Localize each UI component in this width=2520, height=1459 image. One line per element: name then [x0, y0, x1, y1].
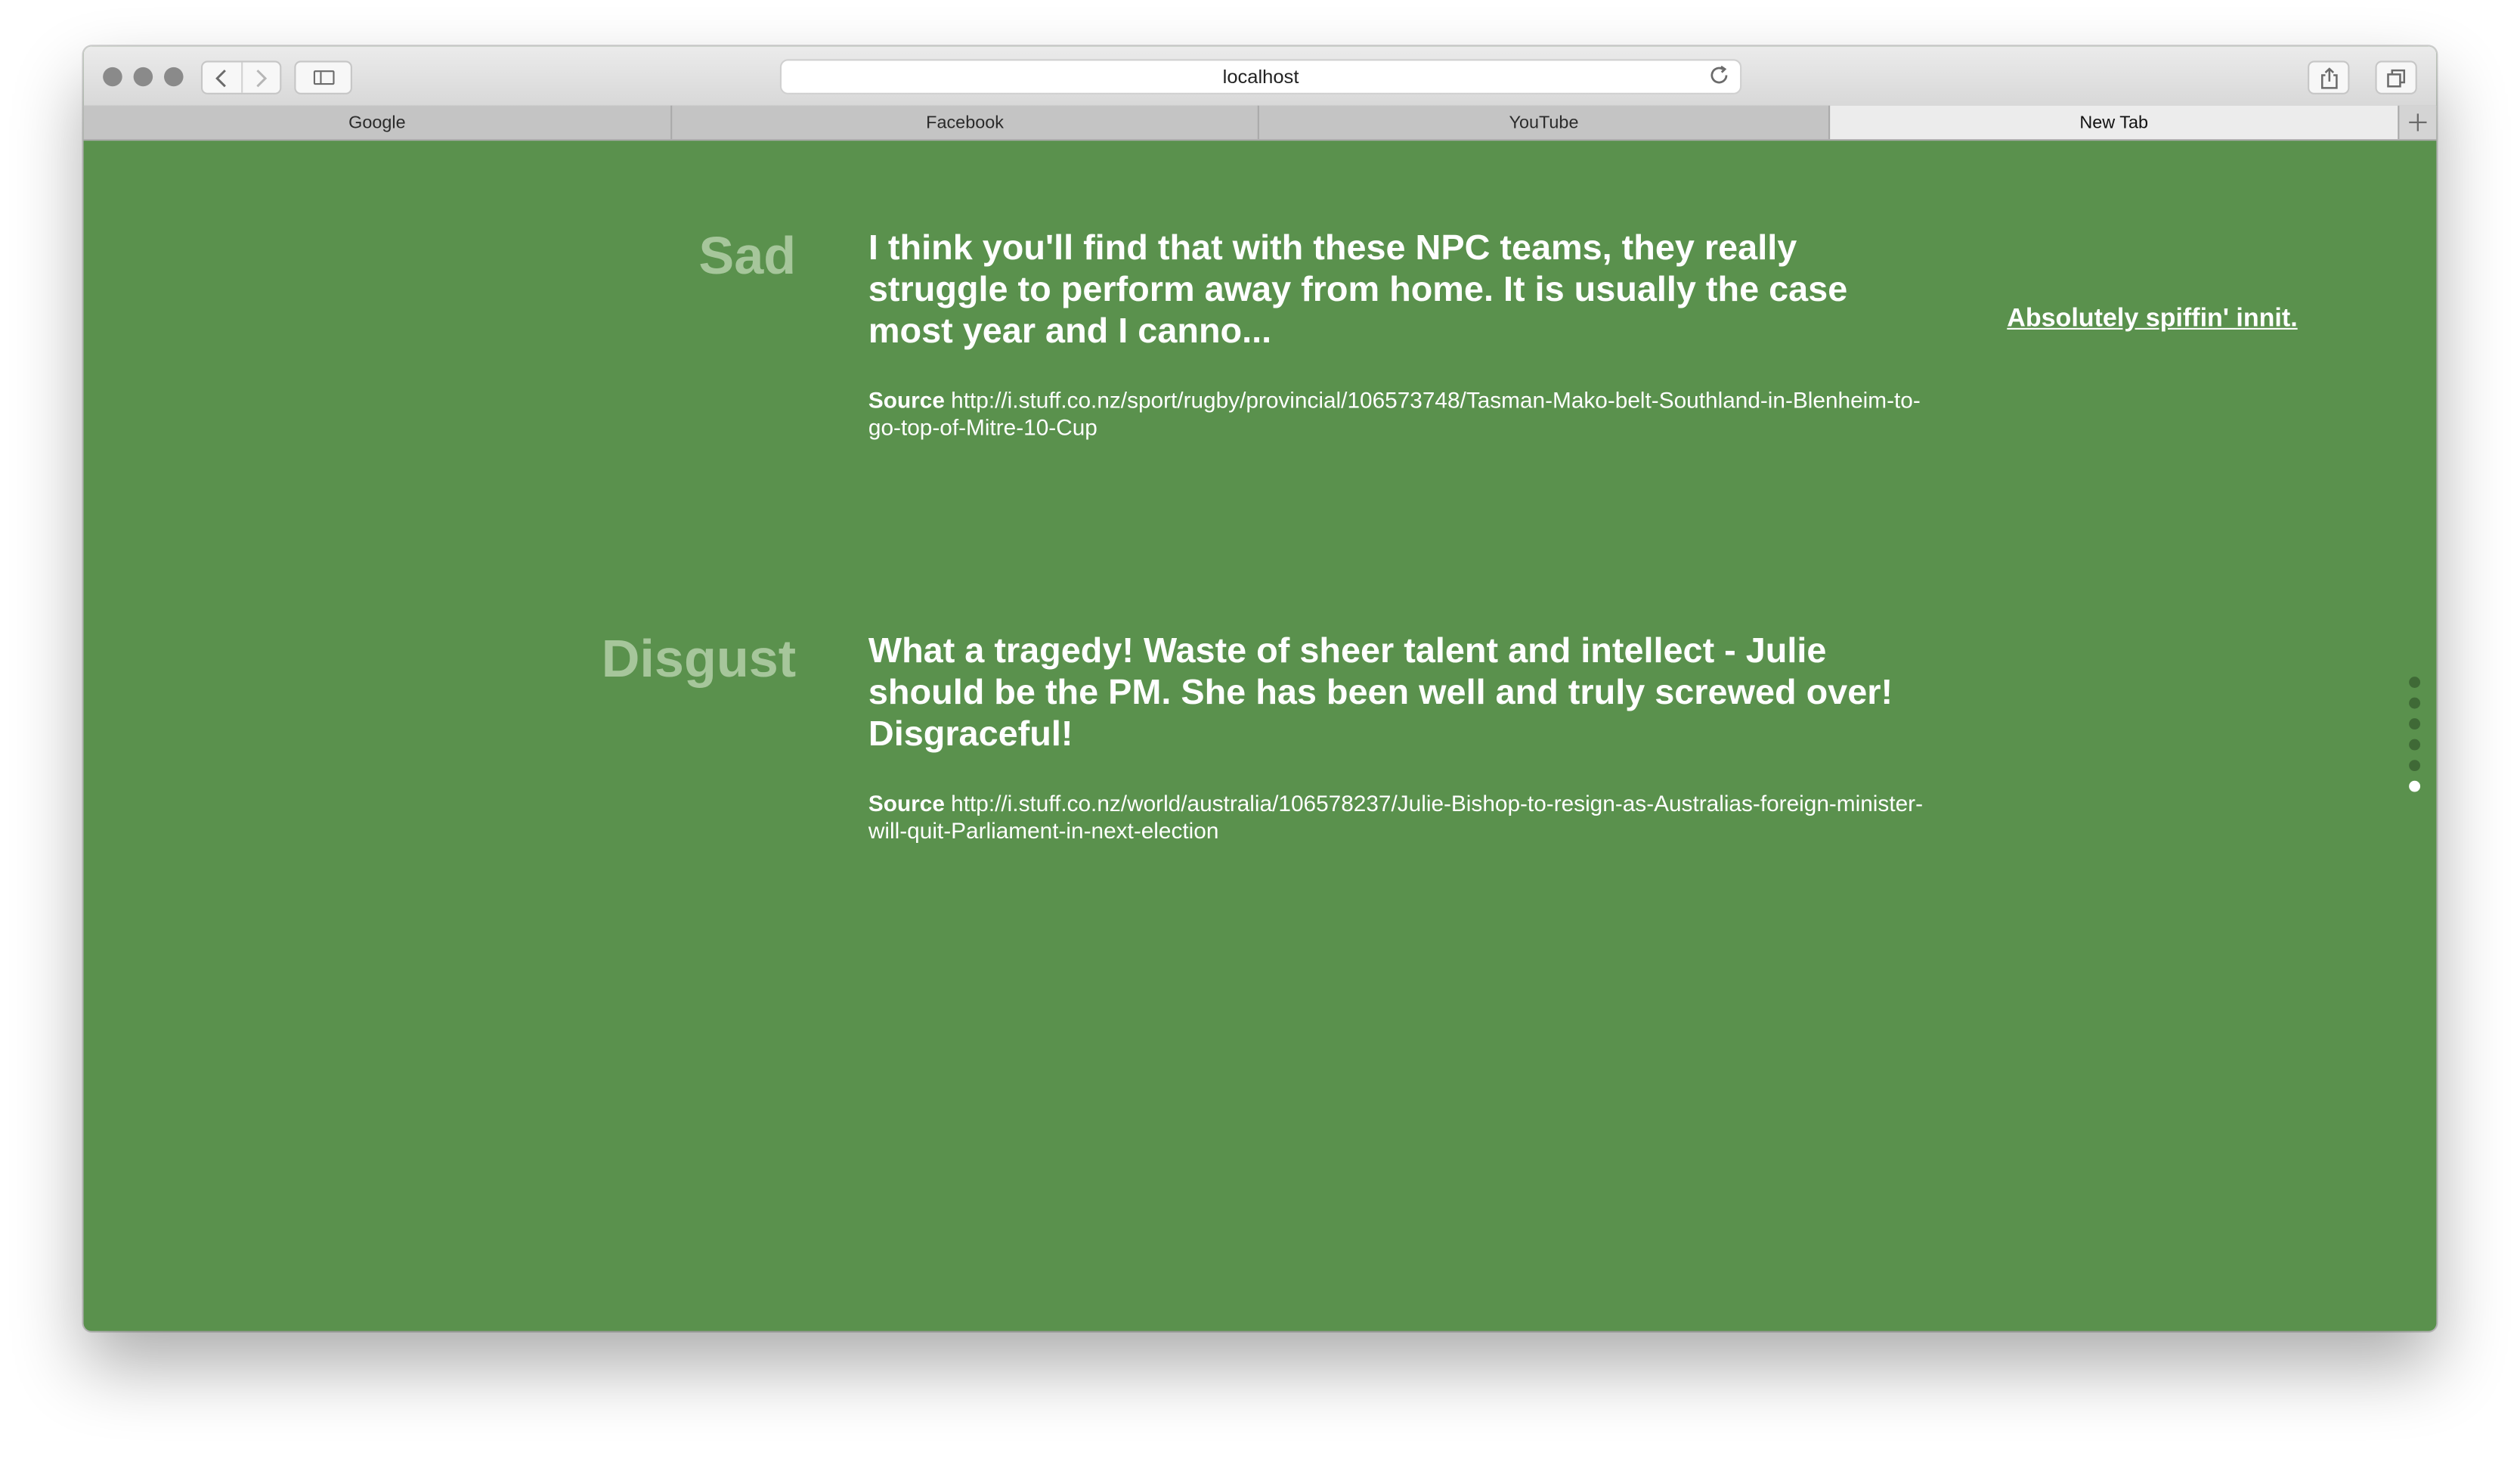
reload-icon[interactable]	[1708, 64, 1731, 87]
pagination-dot[interactable]	[2409, 677, 2421, 688]
source-line: Source http://i.stuff.co.nz/sport/rugby/…	[868, 387, 1930, 441]
tab-label: Google	[348, 113, 406, 132]
tabs-overview-button[interactable]	[2375, 60, 2417, 94]
sidebar-icon	[312, 70, 334, 85]
spiffin-link[interactable]: Absolutely spiffin' innit.	[2007, 305, 2297, 334]
pagination-dot[interactable]	[2409, 739, 2421, 751]
pagination-dot[interactable]	[2409, 697, 2421, 709]
source-label: Source	[868, 790, 945, 816]
quote-text: What a tragedy! Waste of sheer talent an…	[868, 630, 1893, 754]
tab-label: YouTube	[1509, 113, 1579, 132]
close-window-button[interactable]	[103, 67, 122, 87]
tab-new-tab[interactable]: New Tab	[1830, 105, 2400, 140]
navigation-buttons	[200, 60, 282, 94]
address-bar[interactable]: localhost	[779, 59, 1742, 94]
forward-button[interactable]	[240, 62, 280, 93]
tab-youtube[interactable]: YouTube	[1258, 105, 1831, 140]
browser-toolbar: localhost	[83, 46, 2437, 107]
pagination-dot[interactable]	[2409, 718, 2421, 730]
source-url: http://i.stuff.co.nz/world/australia/106…	[868, 790, 1924, 844]
tab-bar: Google Facebook YouTube New Tab	[83, 105, 2437, 141]
sidebar-toggle-button[interactable]	[294, 60, 352, 94]
pagination-dot[interactable]	[2409, 760, 2421, 772]
tab-google[interactable]: Google	[83, 105, 673, 140]
source-line: Source http://i.stuff.co.nz/world/austra…	[868, 790, 1930, 844]
tabs-overview-icon	[2387, 68, 2406, 87]
pagination-dots	[2409, 677, 2422, 801]
plus-icon	[2409, 113, 2427, 132]
minimize-window-button[interactable]	[133, 67, 153, 87]
source-label: Source	[868, 387, 945, 413]
tab-label: New Tab	[2079, 113, 2149, 132]
emotion-label: Sad	[698, 225, 797, 285]
zoom-window-button[interactable]	[164, 67, 184, 87]
chevron-right-icon	[256, 69, 268, 87]
new-tab-button[interactable]	[2399, 105, 2437, 140]
chevron-left-icon	[215, 69, 226, 87]
share-button[interactable]	[2308, 60, 2350, 94]
address-bar-url: localhost	[1222, 65, 1299, 88]
back-button[interactable]	[203, 63, 240, 93]
browser-window: localhost Google Facebook YouTube New Ta…	[83, 46, 2437, 1331]
source-url: http://i.stuff.co.nz/sport/rugby/provinc…	[868, 387, 1921, 440]
quote-text: I think you'll find that with these NPC …	[868, 227, 1848, 351]
tab-label: Facebook	[926, 113, 1004, 132]
page-content: Sad I think you'll find that with these …	[83, 141, 2437, 1331]
pagination-dot-active[interactable]	[2409, 780, 2421, 792]
screenshot-stage: localhost Google Facebook YouTube New Ta…	[0, 0, 2520, 1459]
tab-facebook[interactable]: Facebook	[672, 105, 1259, 140]
emotion-label: Disgust	[601, 628, 797, 688]
share-icon	[2320, 67, 2337, 88]
